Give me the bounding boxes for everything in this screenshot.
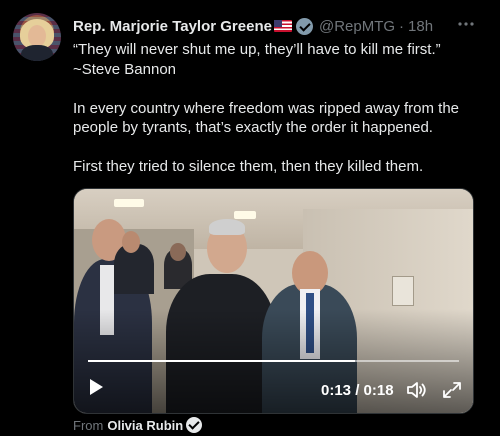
avatar[interactable]: [13, 13, 61, 61]
video-player[interactable]: 0:13 / 0:18: [73, 188, 474, 414]
tweet-text: “They will never shut me up, they’ll hav…: [73, 40, 488, 177]
us-flag-icon: [273, 20, 292, 32]
play-icon[interactable]: [90, 379, 103, 395]
verified-badge-icon: [186, 417, 203, 433]
tweet-text-line: “They will never shut me up, they’ll hav…: [73, 41, 441, 58]
video-progress-bar[interactable]: [88, 360, 459, 362]
expand-icon[interactable]: [442, 381, 462, 399]
author-handle[interactable]: @RepMTG: [319, 18, 395, 35]
avatar-face: [28, 25, 46, 47]
attribution-prefix: From: [73, 417, 104, 433]
tweet-text-line: First they tried to silence them, then t…: [73, 158, 424, 175]
wall-notice: [392, 276, 414, 306]
volume-icon[interactable]: [406, 381, 428, 399]
author-name[interactable]: Rep. Marjorie Taylor Greene: [73, 18, 272, 35]
video-attribution: From Olivia Rubin: [73, 417, 203, 433]
government-verified-badge-icon[interactable]: [295, 17, 313, 35]
tweet-text-line: people by tyrants, that’s exactly the or…: [73, 119, 433, 136]
video-progress-fill: [88, 360, 356, 362]
separator-dot: ·: [399, 17, 405, 35]
more-horizontal-icon[interactable]: [456, 14, 476, 34]
avatar-body: [21, 45, 53, 61]
tweet-timestamp[interactable]: 18h: [408, 18, 433, 35]
tweet-text-line: ~Steve Bannon: [73, 60, 177, 78]
video-controls: 0:13 / 0:18: [74, 365, 473, 413]
tweet-text-line: In every country where freedom was rippe…: [73, 99, 460, 117]
attribution-name[interactable]: Olivia Rubin: [107, 418, 183, 433]
tweet[interactable]: Rep. Marjorie Taylor Greene @RepMTG · 18…: [0, 0, 500, 436]
tweet-header: Rep. Marjorie Taylor Greene @RepMTG · 18…: [73, 16, 433, 36]
video-timecode: 0:13 / 0:18: [321, 382, 394, 399]
